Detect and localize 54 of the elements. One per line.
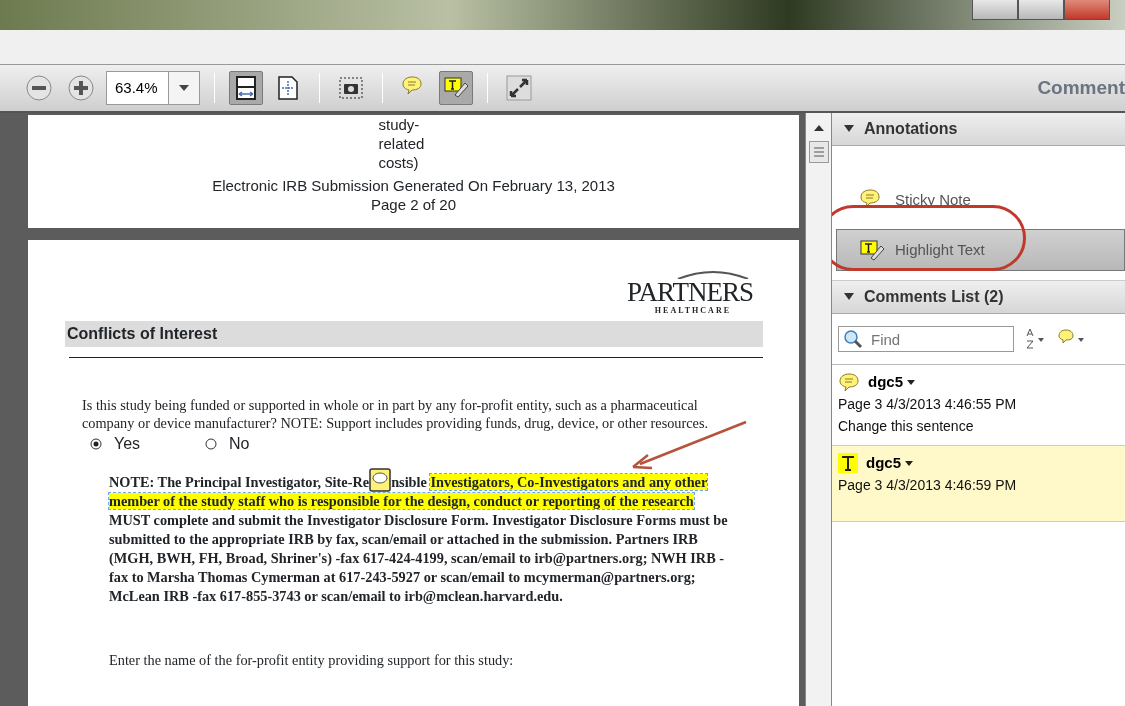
fit-width-button[interactable] xyxy=(229,71,263,105)
fit-page-icon xyxy=(275,75,301,101)
radio-button[interactable] xyxy=(205,438,217,450)
minimize-button[interactable] xyxy=(972,0,1018,20)
author-dropdown[interactable]: dgc5 xyxy=(866,452,913,474)
search-icon xyxy=(843,329,863,349)
fit-width-icon xyxy=(233,75,259,101)
collapse-triangle-icon[interactable] xyxy=(844,293,854,301)
close-button[interactable] xyxy=(1064,0,1110,20)
table-cell-text: costs) xyxy=(378,153,420,172)
scroll-up-icon[interactable] xyxy=(813,125,824,131)
scroll-thumb[interactable] xyxy=(808,141,829,163)
caret-icon xyxy=(907,379,915,385)
caret-icon xyxy=(905,460,913,466)
zoom-out-icon xyxy=(25,74,53,102)
sort-icon xyxy=(1024,328,1046,350)
comment-meta: Page 3 4/3/2013 4:46:59 PM xyxy=(838,476,1018,495)
page-footer-text: Electronic IRB Submission Generated On February 13, 2013 xyxy=(212,176,615,195)
option-label: Yes xyxy=(114,434,141,454)
highlight-text-button[interactable]: Highlight Text xyxy=(836,229,1125,271)
highlight-t-icon xyxy=(838,453,858,473)
question-text: Is this study being funded or supported in whole or in part by any for-profit entity, such as a pharmaceutical company or device manufacturer? NOTE: Support includes providing funds, drug, device, or other resources. xyxy=(82,396,710,432)
note-text: nsible xyxy=(391,474,427,490)
highlighted-text[interactable]: member of the study staff who is responsible for the design, conduct or reporting of the research xyxy=(109,493,694,509)
expand-arrows-icon xyxy=(506,75,532,101)
camera-icon xyxy=(338,75,364,101)
highlight-text-icon xyxy=(859,238,885,262)
find-field[interactable]: Find xyxy=(838,326,1014,352)
highlight-text-button[interactable] xyxy=(439,71,473,105)
speech-bubble-icon xyxy=(838,372,860,392)
note-text: NOTE: The Principal Investigator, Site-Re xyxy=(109,474,370,490)
page-footer-text: Page 2 of 20 xyxy=(370,195,457,214)
table-cell-text: related xyxy=(378,134,426,153)
radio-button[interactable] xyxy=(90,438,102,450)
prompt-text: Enter the name of the for-profit entity providing support for this study: xyxy=(109,651,515,670)
highlighted-text[interactable]: Investigators, Co-Investigators and any other xyxy=(430,474,708,490)
collapse-triangle-icon[interactable] xyxy=(844,125,854,133)
option-label: No xyxy=(229,434,250,454)
caret-icon xyxy=(179,85,189,91)
comment-text: Change this sentence xyxy=(838,417,975,436)
sticky-note-icon[interactable] xyxy=(369,468,392,492)
table-cell-text: study- xyxy=(378,115,421,134)
comment-item[interactable]: dgc5 Page 3 4/3/2013 4:46:59 PM xyxy=(832,446,1125,522)
sticky-note-button[interactable]: Sticky Note xyxy=(836,179,1125,221)
author-dropdown[interactable]: dgc5 xyxy=(868,371,915,393)
section-heading: Conflicts of Interest xyxy=(65,321,763,347)
maximize-button[interactable] xyxy=(1018,0,1064,20)
pane-title: Comment xyxy=(1037,75,1125,100)
zoom-in-icon xyxy=(67,74,95,102)
logo: PARTNERS HEALTHCARE xyxy=(627,269,753,317)
zoom-dropdown-button[interactable] xyxy=(168,71,200,105)
comment-meta: Page 3 4/3/2013 4:46:55 PM xyxy=(838,395,1018,414)
note-text: MUST complete and submit the Investigator Disclosure Form. Investigator Disclosure Forms must be submitted to the appropriate IRB by fax, scan/email or attached in the submission. Partners IRB (MGH, BWH, FH, Broad, Shriner's) -fax 617-424-4199, scan/email to irb@partners.org; NWH IRB -fax to Marsha Thomas Cymerman at 617-243-5927 or scan/email to mcymerman@partners.org; McLean IRB -fax 617-855-3743 or scan/email to irb@mclean.harvard.edu. xyxy=(109,511,729,606)
zoom-field[interactable]: 63.4% xyxy=(106,71,168,105)
